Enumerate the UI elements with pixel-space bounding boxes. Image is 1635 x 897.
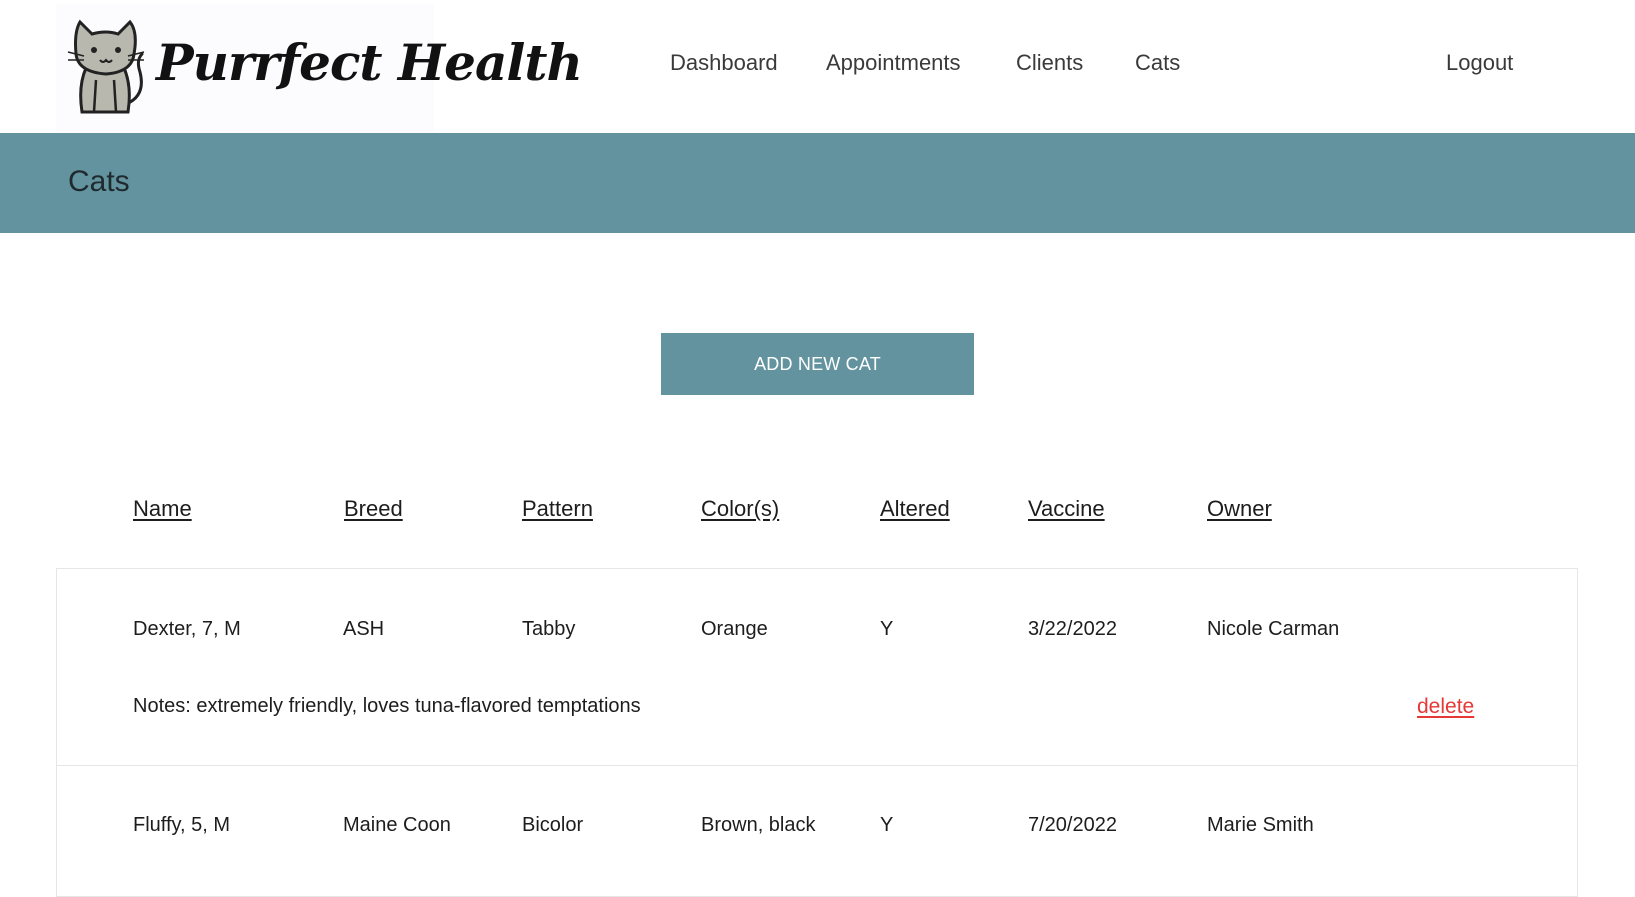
column-header-owner[interactable]: Owner: [1207, 496, 1272, 522]
column-header-pattern[interactable]: Pattern: [522, 496, 593, 522]
brand-name: Purrfect Health: [156, 33, 583, 92]
cell-pattern: Tabby: [522, 618, 576, 640]
delete-link[interactable]: delete: [1417, 695, 1474, 719]
column-header-breed[interactable]: Breed: [344, 496, 403, 522]
cell-colors: Brown, black: [701, 814, 816, 836]
cell-name: Dexter, 7, M: [133, 618, 241, 640]
nav-cats[interactable]: Cats: [1135, 50, 1180, 76]
cell-colors: Orange: [701, 618, 768, 640]
cat-notes: Notes: extremely friendly, loves tuna-fl…: [133, 695, 641, 717]
cell-owner: Nicole Carman: [1207, 618, 1340, 640]
cell-pattern: Bicolor: [522, 814, 584, 836]
nav-appointments[interactable]: Appointments: [826, 50, 961, 76]
cell-owner: Marie Smith: [1207, 814, 1314, 836]
add-new-cat-button[interactable]: ADD NEW CAT: [661, 333, 974, 395]
cell-altered: Y: [880, 618, 894, 640]
page-title: Cats: [68, 165, 130, 198]
nav-clients[interactable]: Clients: [1016, 50, 1083, 76]
cell-breed: Maine Coon: [343, 814, 451, 836]
table-row: Fluffy, 5, M Maine Coon Bicolor Brown, b…: [56, 765, 1578, 897]
logout-link[interactable]: Logout: [1446, 50, 1513, 76]
cell-breed: ASH: [343, 618, 385, 640]
cell-altered: Y: [880, 814, 894, 836]
nav-dashboard[interactable]: Dashboard: [670, 50, 778, 76]
brand-logo[interactable]: Purrfect Health: [56, 4, 583, 133]
table-row: Dexter, 7, M ASH Tabby Orange Y 3/22/202…: [56, 568, 1578, 768]
column-header-vaccine[interactable]: Vaccine: [1028, 496, 1105, 522]
cell-vaccine: 3/22/2022: [1028, 618, 1117, 640]
cell-name: Fluffy, 5, M: [133, 814, 231, 836]
cell-vaccine: 7/20/2022: [1028, 814, 1117, 836]
column-header-colors[interactable]: Color(s): [701, 496, 779, 522]
site-header: Purrfect Health Dashboard Appointments C…: [0, 0, 1635, 133]
column-header-altered[interactable]: Altered: [880, 496, 950, 522]
page-title-band: Cats: [0, 133, 1635, 233]
cat-logo-icon: [67, 19, 145, 114]
column-header-name[interactable]: Name: [133, 496, 192, 522]
